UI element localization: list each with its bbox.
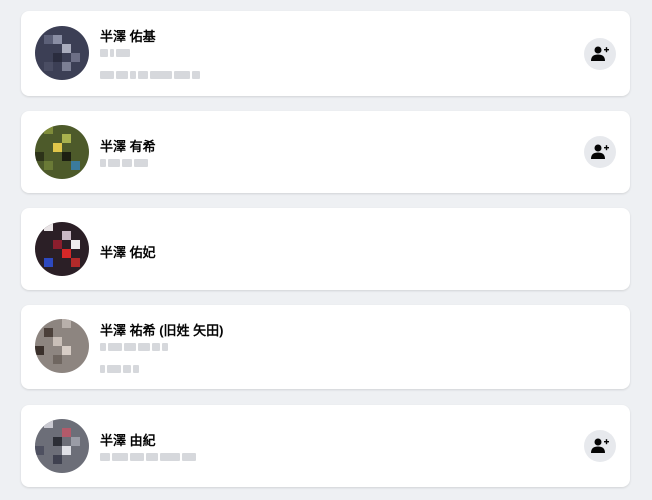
person-name[interactable]: 半澤 有希 — [100, 136, 156, 155]
person-card[interactable]: 半澤 由紀 — [21, 405, 630, 487]
add-friend-button[interactable] — [584, 136, 616, 168]
redacted-info — [100, 343, 170, 351]
person-card[interactable]: 半澤 祐希 (旧姓 矢田) — [21, 305, 630, 389]
avatar[interactable] — [35, 419, 89, 473]
add-friend-button[interactable] — [584, 38, 616, 70]
person-name[interactable]: 半澤 祐希 (旧姓 矢田) — [100, 320, 224, 339]
add-friend-button[interactable] — [584, 430, 616, 462]
add-friend-icon — [591, 144, 609, 159]
avatar[interactable] — [35, 125, 89, 179]
person-name[interactable]: 半澤 佑妃 — [100, 242, 156, 261]
person-card[interactable]: 半澤 有希 — [21, 111, 630, 193]
person-name[interactable]: 半澤 佑基 — [100, 26, 156, 45]
person-card[interactable]: 半澤 佑妃 — [21, 208, 630, 290]
redacted-info — [100, 453, 198, 461]
person-name[interactable]: 半澤 由紀 — [100, 430, 156, 449]
add-friend-icon — [591, 46, 609, 61]
avatar[interactable] — [35, 26, 89, 80]
avatar[interactable] — [35, 222, 89, 276]
add-friend-icon — [591, 438, 609, 453]
redacted-info — [100, 49, 132, 57]
person-card[interactable]: 半澤 佑基 — [21, 11, 630, 96]
avatar[interactable] — [35, 319, 89, 373]
redacted-info — [100, 365, 141, 373]
redacted-info — [100, 71, 202, 79]
redacted-info — [100, 159, 150, 167]
